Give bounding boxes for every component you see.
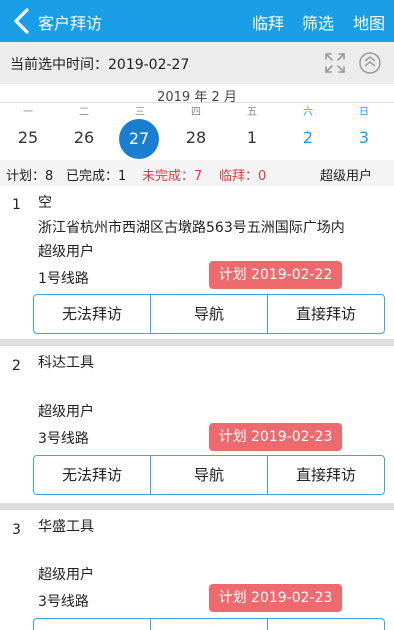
direct-visit-button[interactable]: 直接拜访 (268, 295, 384, 333)
weekday-label: 三 (135, 107, 145, 118)
visit-actions: 无法拜访 导航 直接拜访 (33, 294, 385, 334)
week-calendar: 2019 年 2 月 一 二 三 四 五 六 日 25 26 28 1 2 3 (0, 84, 394, 156)
weekday-label: 五 (247, 107, 257, 118)
salesperson-name: 超级用户 (38, 404, 94, 420)
salesperson-name: 超级用户 (38, 567, 94, 583)
direct-visit-button[interactable]: 直接拜访 (268, 619, 384, 630)
direct-visit-button[interactable]: 直接拜访 (268, 456, 384, 494)
calendar-day[interactable]: 25 (0, 128, 56, 147)
visit-index: 3 (12, 522, 21, 538)
navigate-button[interactable]: 导航 (151, 295, 268, 333)
visit-index: 2 (12, 358, 21, 374)
expand-icon[interactable] (324, 52, 346, 74)
visit-card: 3 华盛工具 超级用户 3号线路 计划 2019-02-23 无法拜访 导航 直… (0, 510, 394, 630)
done-count: 已完成：1 (66, 169, 127, 184)
cannot-visit-button[interactable]: 无法拜访 (34, 619, 151, 630)
weekday-label: 六 (303, 107, 313, 118)
undone-count: 未完成：7 (142, 169, 203, 184)
user-role-label: 超级用户 (320, 169, 373, 184)
navigate-button[interactable]: 导航 (151, 456, 268, 494)
route-name: 3号线路 (38, 431, 89, 447)
plan-date-badge: 计划 2019-02-23 (209, 584, 342, 612)
selected-date-bar: 当前选中时间：2019-02-27 (0, 42, 394, 84)
navigate-button[interactable]: 导航 (151, 619, 268, 630)
calendar-day[interactable]: 3 (336, 128, 392, 147)
salesperson-name: 超级用户 (38, 244, 94, 260)
visit-index: 1 (12, 197, 21, 213)
card-divider (0, 339, 394, 346)
plan-date-badge: 计划 2019-02-23 (209, 423, 342, 451)
temp-visit-count: 临拜：0 (219, 169, 267, 184)
cannot-visit-button[interactable]: 无法拜访 (34, 456, 151, 494)
map-button[interactable]: 地图 (353, 10, 385, 34)
app-header: 客户拜访 临拜 筛选 地图 (0, 0, 394, 42)
calendar-day-selected[interactable]: 27 (119, 119, 159, 159)
route-name: 3号线路 (38, 594, 89, 610)
customer-name: 华盛工具 (38, 519, 94, 535)
visit-card: 2 科达工具 超级用户 3号线路 计划 2019-02-23 无法拜访 导航 直… (0, 346, 394, 504)
weekday-label: 一 (23, 107, 33, 118)
calendar-day[interactable]: 26 (56, 128, 112, 147)
plan-date-badge: 计划 2019-02-22 (209, 261, 342, 289)
customer-name: 科达工具 (38, 355, 94, 371)
cannot-visit-button[interactable]: 无法拜访 (34, 295, 151, 333)
visit-card: 1 空 浙江省杭州市西湖区古墩路563号五洲国际广场内 超级用户 1号线路 计划… (0, 186, 394, 338)
filter-button[interactable]: 筛选 (302, 10, 334, 34)
back-arrow-icon[interactable] (10, 8, 34, 34)
calendar-day[interactable]: 2 (280, 128, 336, 147)
weekday-label: 四 (191, 107, 201, 118)
collapse-circle-icon[interactable] (358, 51, 382, 75)
weekday-label: 日 (359, 107, 369, 118)
selected-date-label: 当前选中时间：2019-02-27 (10, 57, 190, 73)
temp-visit-button[interactable]: 临拜 (252, 10, 284, 34)
customer-address: 浙江省杭州市西湖区古墩路563号五洲国际广场内 (38, 220, 345, 236)
visit-actions: 无法拜访 导航 直接拜访 (33, 618, 385, 630)
weekday-label: 二 (79, 107, 89, 118)
customer-name: 空 (38, 195, 52, 211)
plan-count: 计划：8 (6, 169, 54, 184)
visit-actions: 无法拜访 导航 直接拜访 (33, 455, 385, 495)
visit-stats-bar: 计划：8 已完成：1 未完成：7 临拜：0 超级用户 (0, 160, 394, 186)
route-name: 1号线路 (38, 271, 89, 287)
page-title: 客户拜访 (38, 14, 103, 33)
card-divider (0, 503, 394, 510)
calendar-day[interactable]: 1 (224, 128, 280, 147)
calendar-day[interactable]: 28 (168, 128, 224, 147)
